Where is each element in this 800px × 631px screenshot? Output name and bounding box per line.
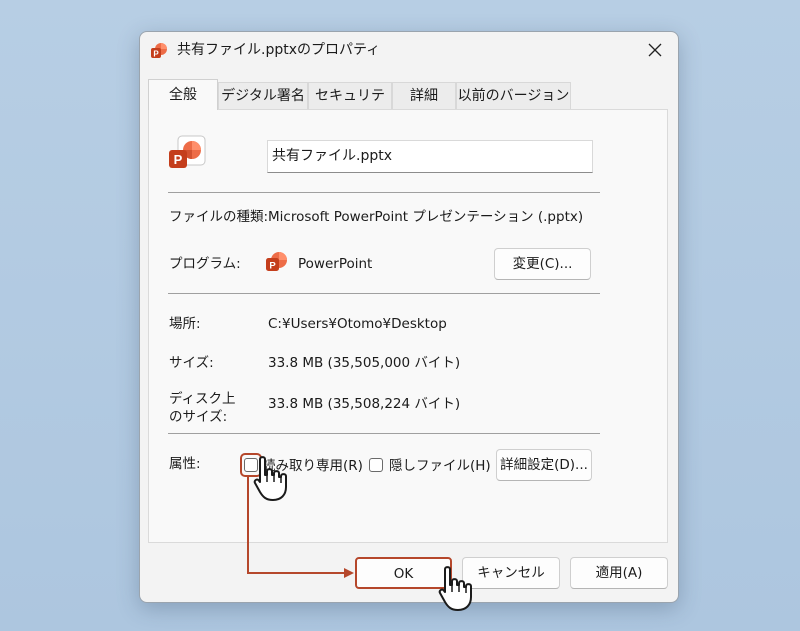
tab-general[interactable]: 全般 xyxy=(148,79,218,110)
hand-pointer-icon xyxy=(438,566,472,611)
hand-pointer-icon xyxy=(253,456,287,501)
annotation-arrow-icon xyxy=(247,476,354,578)
